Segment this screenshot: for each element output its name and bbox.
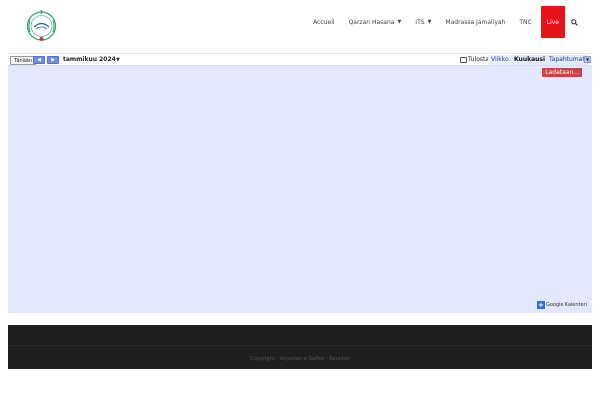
nav-label: ITS [415,18,425,26]
nav-label: Accueil [313,18,335,26]
nav-label: TNC [519,18,532,26]
chevron-down-icon[interactable]: ▼ [116,56,120,64]
nav-label: Madrassa Jamaliyah [445,18,506,26]
next-period-button[interactable]: ▶ [47,56,59,64]
copyright-text: Copyright - Anjuman-e-Saifee - Réunion [250,356,350,362]
plus-icon: + [536,301,545,309]
google-wordmark: Google [545,302,564,308]
print-label: Tulosta [468,56,490,63]
loading-indicator: Ladataan... [542,68,582,77]
calendar-body: Ladataan... + Google Kalenteri [8,65,592,313]
search-icon [571,18,578,26]
nav-item-accueil[interactable]: Accueil [306,6,341,38]
nav-label: Live [546,18,559,26]
print-button[interactable]: Tulosta [460,56,489,64]
nav-item-tnc[interactable]: TNC [512,6,538,38]
main-nav: Accueil Qarzan Hasana ▼ ITS ▼ Madrassa Jam… [306,6,584,38]
mosque-emblem-icon[interactable] [24,6,59,46]
chevron-down-icon: ▼ [397,19,402,25]
nav-item-madrassa-jamaliyah[interactable]: Madrassa Jamaliyah [438,6,512,38]
nav-item-live[interactable]: Live [540,6,565,38]
current-period-label[interactable]: tammikuu 2024 [63,56,116,64]
nav-item-its[interactable]: ITS ▼ [408,6,438,38]
view-dropdown-button[interactable]: ▼ [584,56,591,63]
nav-label: Qarzan Hasana [348,18,395,26]
page: Accueil Qarzan Hasana ▼ ITS ▼ Madrassa Jam… [0,0,600,400]
footer-divider [8,345,592,346]
printer-icon [460,57,467,63]
chevron-down-icon: ▼ [427,19,432,25]
site-footer: Copyright - Anjuman-e-Saifee - Réunion [8,325,592,369]
google-calendar-embed: Tänään ◀ ▶ tammikuu 2024 ▼ Tulosta Viikk… [8,53,592,313]
chevron-down-icon: ▼ [585,57,590,62]
calendar-toolbar: Tänään ◀ ▶ tammikuu 2024 ▼ Tulosta Viikk… [8,53,592,66]
site-header: Accueil Qarzan Hasana ▼ ITS ▼ Madrassa Jam… [0,0,600,45]
chevron-right-icon: ▶ [51,57,55,63]
chevron-left-icon: ◀ [37,57,41,63]
google-calendar-badge[interactable]: + Google Kalenteri [536,301,587,309]
calendar-wordmark: Kalenteri [564,302,587,308]
search-button[interactable] [565,6,584,38]
nav-item-qarzan-hasana[interactable]: Qarzan Hasana ▼ [342,6,409,38]
prev-period-button[interactable]: ◀ [33,56,45,64]
